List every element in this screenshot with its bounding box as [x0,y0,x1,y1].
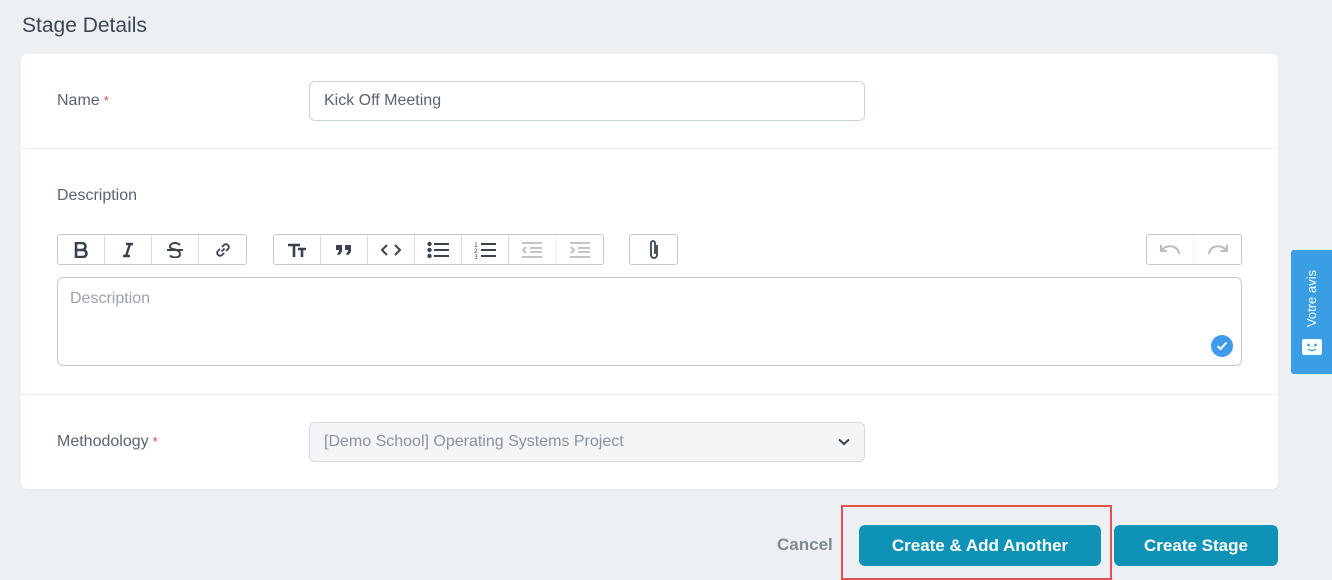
name-label: Name * [57,92,109,110]
attachment-toolbar-group [629,234,678,265]
required-marker: * [152,434,158,449]
format-toolbar-group [57,234,247,265]
undo-icon[interactable] [1147,235,1194,264]
bullet-list-icon[interactable] [415,235,462,264]
attachment-icon[interactable] [630,235,677,264]
stage-details-card: Name* Description 123 [21,54,1278,489]
history-toolbar-group [1146,234,1242,265]
link-icon[interactable] [199,235,246,264]
cancel-button[interactable]: Cancel [777,535,833,555]
smiley-icon [1301,339,1322,360]
name-label-text: Name [57,92,100,109]
svg-text:3: 3 [474,254,478,259]
quote-icon[interactable] [321,235,368,264]
numbered-list-icon[interactable]: 123 [462,235,509,264]
page-title: Stage Details [22,14,147,37]
strikethrough-icon[interactable] [152,235,199,264]
required-marker: * [103,93,109,108]
methodology-label-text: Methodology [57,433,149,450]
description-editor[interactable]: Description [57,277,1242,366]
redo-icon[interactable] [1194,235,1241,264]
italic-icon[interactable] [105,235,152,264]
description-label: Description [57,187,138,204]
block-toolbar-group: 123 [273,234,604,265]
divider [21,394,1278,395]
methodology-label: Methodology * [57,433,158,451]
methodology-select[interactable]: [Demo School] Operating Systems Project [309,422,865,462]
code-icon[interactable] [368,235,415,264]
methodology-value: [Demo School] Operating Systems Project [324,433,624,450]
indent-icon[interactable] [556,235,603,264]
description-placeholder: Description [70,290,151,307]
bold-icon[interactable] [58,235,105,264]
chevron-down-icon [838,433,850,451]
feedback-label: Votre avis [1304,269,1319,327]
create-stage-button[interactable]: Create Stage [1114,525,1278,566]
name-input[interactable] [309,81,865,121]
heading-icon[interactable] [274,235,321,264]
feedback-tab[interactable]: Votre avis [1291,250,1332,374]
check-icon [1211,335,1233,357]
outdent-icon[interactable] [509,235,556,264]
divider [21,148,1278,149]
create-add-another-button[interactable]: Create & Add Another [859,525,1101,566]
